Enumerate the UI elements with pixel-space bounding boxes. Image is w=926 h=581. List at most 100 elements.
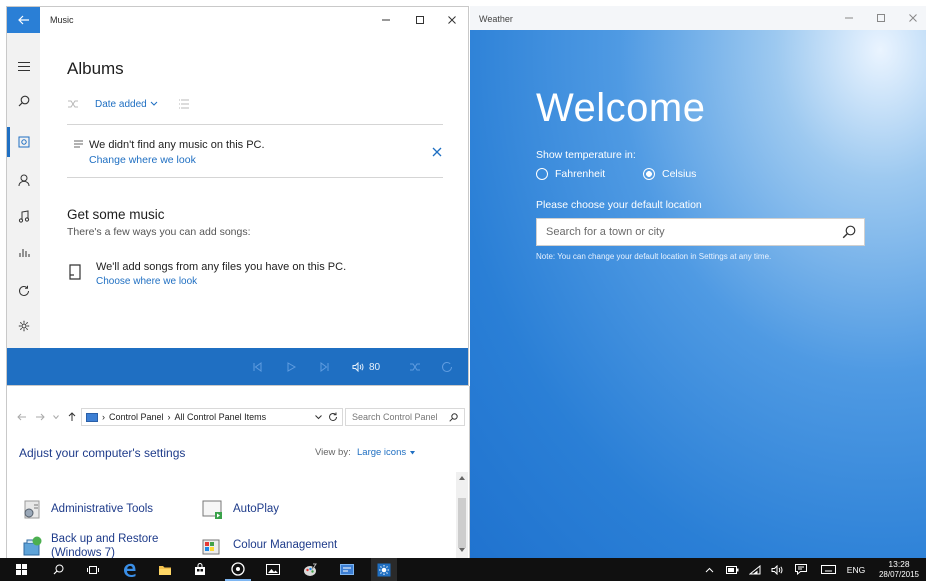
dismiss-notice-button[interactable] <box>429 144 445 160</box>
control-panel-search-field[interactable]: Search Control Panel <box>345 408 465 426</box>
scroll-down-button[interactable] <box>456 544 468 556</box>
weather-minimize-button[interactable] <box>832 6 866 30</box>
nav-now-playing-button[interactable] <box>7 237 40 267</box>
cp-item-label: AutoPlay <box>233 503 280 515</box>
cp-item-administrative-tools[interactable]: Administrative Tools <box>21 498 153 520</box>
breadcrumb[interactable]: › Control Panel › All Control Panel Item… <box>81 408 343 426</box>
up-button[interactable] <box>65 409 79 425</box>
start-button[interactable] <box>8 558 34 581</box>
chevron-down-icon <box>53 415 59 419</box>
search-icon <box>53 564 64 575</box>
taskbar-search-button[interactable] <box>45 558 71 581</box>
equalizer-icon <box>18 246 30 258</box>
nav-settings-button[interactable] <box>7 311 40 341</box>
fahrenheit-option[interactable]: Fahrenheit <box>536 168 605 180</box>
autoplay-icon <box>201 498 223 520</box>
back-nav-button[interactable] <box>15 409 29 425</box>
celsius-radio[interactable] <box>643 168 655 180</box>
music-maximize-button[interactable] <box>403 7 437 33</box>
previous-icon <box>252 362 262 372</box>
action-center-button[interactable] <box>790 558 812 581</box>
windows-logo-icon <box>15 564 27 575</box>
scroll-up-button[interactable] <box>456 472 468 484</box>
control-panel-taskbar-button[interactable] <box>334 558 360 581</box>
photos-button[interactable] <box>260 558 286 581</box>
repeat-button[interactable] <box>437 348 457 385</box>
maximize-icon <box>415 15 425 25</box>
previous-button[interactable] <box>247 348 267 385</box>
nav-albums-button[interactable] <box>7 127 40 157</box>
colour-management-icon <box>201 534 223 556</box>
search-icon <box>449 412 458 422</box>
volume-button[interactable]: 80 <box>352 348 392 385</box>
touch-keyboard-button[interactable] <box>816 558 840 581</box>
celsius-option[interactable]: Celsius <box>643 168 696 180</box>
weather-close-button[interactable] <box>896 6 926 30</box>
get-music-heading: Get some music <box>67 207 165 222</box>
album-icon <box>18 136 30 148</box>
location-label: Please choose your default location <box>536 199 702 211</box>
network-indicator[interactable] <box>745 558 765 581</box>
change-where-we-look-link[interactable]: Change where we look <box>89 154 196 166</box>
shuffle-button[interactable] <box>405 348 425 385</box>
no-music-notice: We didn't find any music on this PC. <box>89 139 265 151</box>
folder-icon <box>158 564 172 576</box>
input-language-button[interactable]: ENG <box>843 558 869 581</box>
shuffle-icon[interactable] <box>67 99 79 109</box>
edge-button[interactable] <box>117 558 143 581</box>
music-title-bar: Music <box>7 7 468 33</box>
refresh-icon[interactable] <box>328 412 338 422</box>
sort-dropdown-label[interactable]: Date added <box>95 99 147 110</box>
cp-item-colour-management[interactable]: Colour Management <box>201 534 337 556</box>
caret-down-icon <box>410 450 416 455</box>
scrollbar-thumb[interactable] <box>458 498 466 548</box>
notice-icon <box>73 140 84 149</box>
forward-nav-button[interactable] <box>33 409 47 425</box>
battery-indicator[interactable] <box>722 558 742 581</box>
music-minimize-button[interactable] <box>369 7 403 33</box>
temperature-label: Show temperature in: <box>536 149 636 161</box>
cp-item-autoplay[interactable]: AutoPlay <box>201 498 279 520</box>
music-window: Music Albums Date added We didn't find a… <box>6 6 469 386</box>
divider <box>67 124 443 125</box>
store-bag-icon <box>194 563 206 576</box>
next-button[interactable] <box>315 348 335 385</box>
nav-artists-button[interactable] <box>7 165 40 195</box>
file-explorer-button[interactable] <box>152 558 178 581</box>
nav-search-button[interactable] <box>7 86 40 116</box>
view-by-dropdown[interactable]: Large icons <box>357 447 416 458</box>
clock[interactable]: 13:28 28/07/2015 <box>874 559 924 581</box>
back-button[interactable] <box>7 7 40 33</box>
recent-locations-button[interactable] <box>51 409 61 425</box>
cp-item-backup-restore[interactable]: Back up and Restore (Windows 7) <box>21 532 191 558</box>
music-close-button[interactable] <box>435 7 468 33</box>
search-icon[interactable] <box>842 225 856 239</box>
nav-songs-button[interactable] <box>7 201 40 231</box>
filter-icon[interactable] <box>178 99 190 109</box>
show-hidden-icons-button[interactable] <box>700 558 718 581</box>
speaker-icon <box>352 362 364 372</box>
music-taskbar-button[interactable] <box>225 558 251 581</box>
breadcrumb-all-items[interactable]: All Control Panel Items <box>175 412 267 422</box>
nav-menu-button[interactable] <box>7 51 40 81</box>
location-search-input[interactable]: Search for a town or city <box>536 218 865 246</box>
address-bar: › Control Panel › All Control Panel Item… <box>7 406 469 428</box>
task-view-button[interactable] <box>80 558 106 581</box>
minimize-icon <box>381 15 391 25</box>
volume-indicator[interactable] <box>767 558 787 581</box>
chevron-down-icon[interactable] <box>315 414 322 420</box>
fahrenheit-label: Fahrenheit <box>555 168 606 180</box>
weather-taskbar-button[interactable] <box>371 558 397 581</box>
groove-music-icon <box>231 561 245 576</box>
store-button[interactable] <box>187 558 213 581</box>
choose-where-we-look-link[interactable]: Choose where we look <box>96 276 197 287</box>
breadcrumb-control-panel[interactable]: Control Panel <box>109 412 164 422</box>
next-icon <box>320 362 330 372</box>
weather-maximize-button[interactable] <box>864 6 898 30</box>
nav-sync-button[interactable] <box>7 276 40 306</box>
get-music-subtitle: There's a few ways you can add songs: <box>67 226 251 238</box>
paint-button[interactable] <box>297 558 323 581</box>
fahrenheit-radio[interactable] <box>536 168 548 180</box>
play-button[interactable] <box>281 348 301 385</box>
sync-icon <box>18 285 30 297</box>
